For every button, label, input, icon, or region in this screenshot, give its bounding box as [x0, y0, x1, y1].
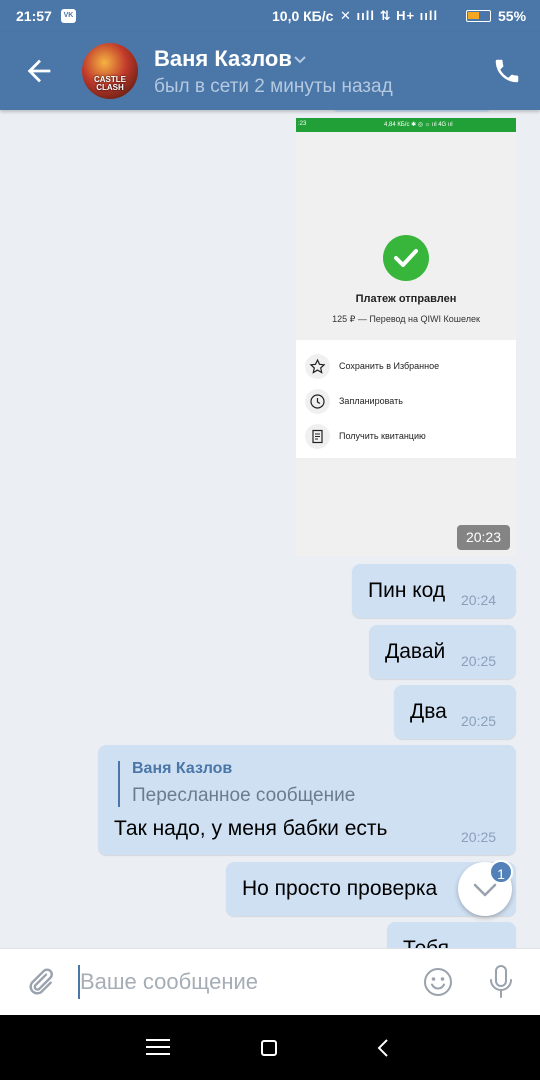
- message-bubble-forwarded[interactable]: Ваня Казлов Пересланное сообщение Так на…: [98, 745, 516, 855]
- screenshot-status-bar: :23 4,84 КБ/с ✱ ◎ ☼ ııl 4G ııl: [296, 118, 516, 132]
- unread-count-badge: 1: [489, 860, 513, 884]
- paperclip-icon[interactable]: [24, 966, 56, 998]
- payment-actions: Сохранить в Избранное Запланировать Полу…: [296, 340, 516, 458]
- chat-header: CASTLE CLASH Ваня Казлов был в сети 2 ми…: [0, 32, 540, 110]
- status-bar: 21:57 VK 10,0 КБ/с ✕ ııll ⇅ H+ ııll 55%: [0, 0, 540, 32]
- screenshot-clock: :23: [298, 121, 307, 127]
- star-icon: [305, 354, 330, 379]
- emoji-icon[interactable]: [422, 966, 454, 998]
- action-label: Сохранить в Избранное: [339, 361, 440, 371]
- message-composer: [0, 948, 540, 1015]
- message-time: 20:25: [461, 653, 497, 669]
- system-navigation-bar: [0, 1015, 540, 1080]
- previous-message-edge: [332, 110, 492, 112]
- message-text: Но просто проверка: [242, 877, 438, 900]
- message-text: Так надо, у меня бабки есть: [114, 817, 388, 840]
- message-bubble[interactable]: Пин код 20:24: [352, 564, 516, 618]
- signal-icons: ✕ ııll ⇅ H+ ııll: [340, 8, 439, 23]
- microphone-icon[interactable]: [488, 964, 514, 1000]
- message-time: 20:25: [461, 829, 497, 845]
- action-label: Запланировать: [339, 396, 403, 406]
- home-icon[interactable]: [261, 1040, 277, 1056]
- image-message[interactable]: :23 4,84 КБ/с ✱ ◎ ☼ ııl 4G ııl Платеж от…: [296, 118, 516, 556]
- battery-icon: [466, 10, 491, 22]
- message-list[interactable]: :23 4,84 КБ/с ✱ ◎ ☼ ııl 4G ııl Платеж от…: [0, 110, 540, 948]
- avatar-logo-text: CASTLE CLASH: [94, 75, 126, 92]
- message-time: 20:23: [457, 525, 510, 550]
- contact-name[interactable]: Ваня Казлов: [154, 46, 292, 72]
- forward-indicator: [118, 761, 120, 807]
- message-text: Пин код: [368, 579, 446, 602]
- last-seen-status: был в сети 2 минуты назад: [154, 76, 393, 97]
- screenshot-status-icons: 4,84 КБ/с ✱ ◎ ☼ ııl 4G ııl: [384, 122, 453, 128]
- action-save-favorites: Сохранить в Избранное: [305, 354, 505, 380]
- message-bubble[interactable]: Два 20:25: [394, 685, 516, 739]
- clock-icon: [305, 389, 330, 414]
- network-speed: 10,0 КБ/с: [272, 8, 334, 24]
- action-receipt: Получить квитанцию: [305, 424, 505, 450]
- success-check-icon: [383, 235, 429, 281]
- menu-icon[interactable]: [145, 1038, 171, 1056]
- message-bubble[interactable]: Давай 20:25: [369, 625, 516, 679]
- message-text: Давай: [385, 640, 446, 663]
- back-icon[interactable]: [374, 1037, 394, 1059]
- message-time: 20:24: [461, 592, 497, 608]
- receipt-icon: [305, 424, 330, 449]
- chevron-down-icon[interactable]: [292, 52, 308, 68]
- action-label: Получить квитанцию: [339, 431, 426, 441]
- battery-percent: 55%: [498, 8, 527, 24]
- back-arrow-icon[interactable]: [22, 54, 56, 88]
- message-text: Два: [410, 700, 447, 723]
- avatar[interactable]: CASTLE CLASH: [82, 43, 138, 99]
- clock: 21:57: [16, 8, 52, 24]
- phone-call-icon[interactable]: [492, 56, 522, 86]
- vk-notification-icon: VK: [61, 9, 76, 23]
- message-text: Тебя: [403, 937, 449, 948]
- message-input[interactable]: [80, 967, 400, 997]
- forward-label: Пересланное сообщение: [132, 785, 356, 806]
- message-time: 20:25: [461, 713, 497, 729]
- action-schedule: Запланировать: [305, 389, 505, 415]
- payment-title: Платеж отправлен: [355, 293, 457, 305]
- message-bubble[interactable]: Тебя: [387, 922, 516, 948]
- payment-subtitle: 125 ₽ — Перевод на QIWI Кошелек: [332, 314, 480, 324]
- forward-sender-name[interactable]: Ваня Казлов: [132, 760, 232, 778]
